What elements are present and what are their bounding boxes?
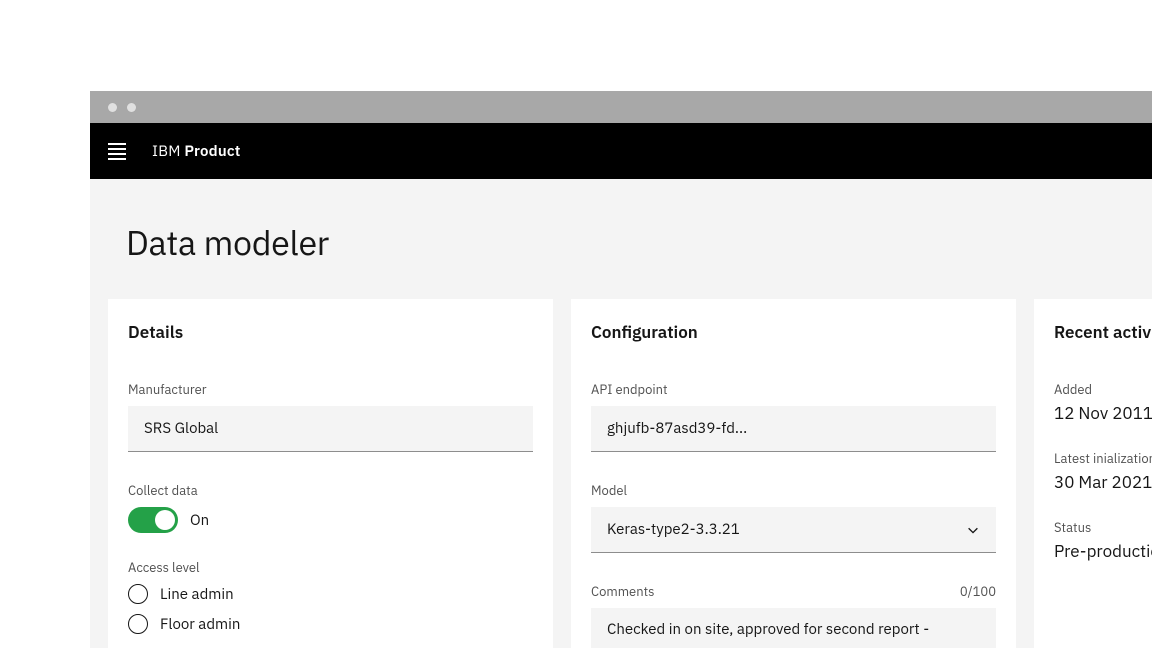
chevron-down-icon (966, 523, 980, 537)
activity-added-value: 12 Nov 2011 (1054, 402, 1152, 424)
app-window: IBM Product Data modeler Details Manufac… (90, 91, 1152, 648)
activity-added: Added 12 Nov 2011 (1054, 381, 1152, 424)
model-selected-value: Keras-type2-3.3.21 (607, 520, 740, 539)
window-control-dot[interactable] (127, 103, 136, 112)
access-level-option-line-admin[interactable]: Line admin (128, 584, 533, 604)
window-control-dot[interactable] (108, 103, 117, 112)
app-header: IBM Product (90, 123, 1152, 179)
access-level-field: Access level Line admin Floor admin (128, 559, 533, 634)
page-title: Data modeler (126, 221, 1116, 265)
configuration-heading: Configuration (591, 321, 996, 343)
api-endpoint-field: API endpoint (591, 381, 996, 452)
mac-titlebar (90, 91, 1152, 123)
comments-label: Comments (591, 583, 654, 600)
radio-icon (128, 584, 148, 604)
access-level-option-floor-admin[interactable]: Floor admin (128, 614, 533, 634)
menu-icon[interactable] (108, 141, 128, 161)
radio-label: Line admin (160, 585, 234, 604)
comments-field: Comments 0/100 (591, 583, 996, 648)
page-title-wrap: Data modeler (90, 179, 1152, 299)
activity-initialization: Latest inialization 30 Mar 2021 (1054, 450, 1152, 493)
comments-count: 0/100 (960, 583, 996, 600)
details-heading: Details (128, 321, 533, 343)
manufacturer-input[interactable] (128, 406, 533, 452)
panels-row: Details Manufacturer Collect data On Acc… (90, 299, 1152, 648)
recent-activity-panel: Recent activity Added 12 Nov 2011 Latest… (1034, 299, 1152, 648)
access-level-label: Access level (128, 559, 533, 576)
manufacturer-label: Manufacturer (128, 381, 533, 398)
model-select[interactable]: Keras-type2-3.3.21 (591, 507, 996, 553)
manufacturer-field: Manufacturer (128, 381, 533, 452)
brand-label: IBM Product (152, 142, 241, 161)
collect-data-state: On (190, 511, 209, 530)
configuration-panel: Configuration API endpoint Model Keras-t… (571, 299, 1016, 648)
model-label: Model (591, 482, 996, 499)
activity-status: Status Pre-production (1054, 519, 1152, 562)
api-endpoint-label: API endpoint (591, 381, 996, 398)
activity-added-label: Added (1054, 381, 1152, 398)
collect-data-toggle[interactable] (128, 507, 178, 533)
radio-label: Floor admin (160, 615, 240, 634)
comments-textarea[interactable] (591, 608, 996, 648)
collect-data-label: Collect data (128, 482, 533, 499)
model-field: Model Keras-type2-3.3.21 (591, 482, 996, 553)
activity-status-label: Status (1054, 519, 1152, 536)
collect-data-field: Collect data On (128, 482, 533, 533)
api-endpoint-input[interactable] (591, 406, 996, 452)
activity-status-value: Pre-production (1054, 540, 1152, 562)
activity-init-label: Latest inialization (1054, 450, 1152, 467)
radio-icon (128, 614, 148, 634)
activity-init-value: 30 Mar 2021 (1054, 471, 1152, 493)
details-panel: Details Manufacturer Collect data On Acc… (108, 299, 553, 648)
recent-activity-heading: Recent activity (1054, 321, 1152, 343)
